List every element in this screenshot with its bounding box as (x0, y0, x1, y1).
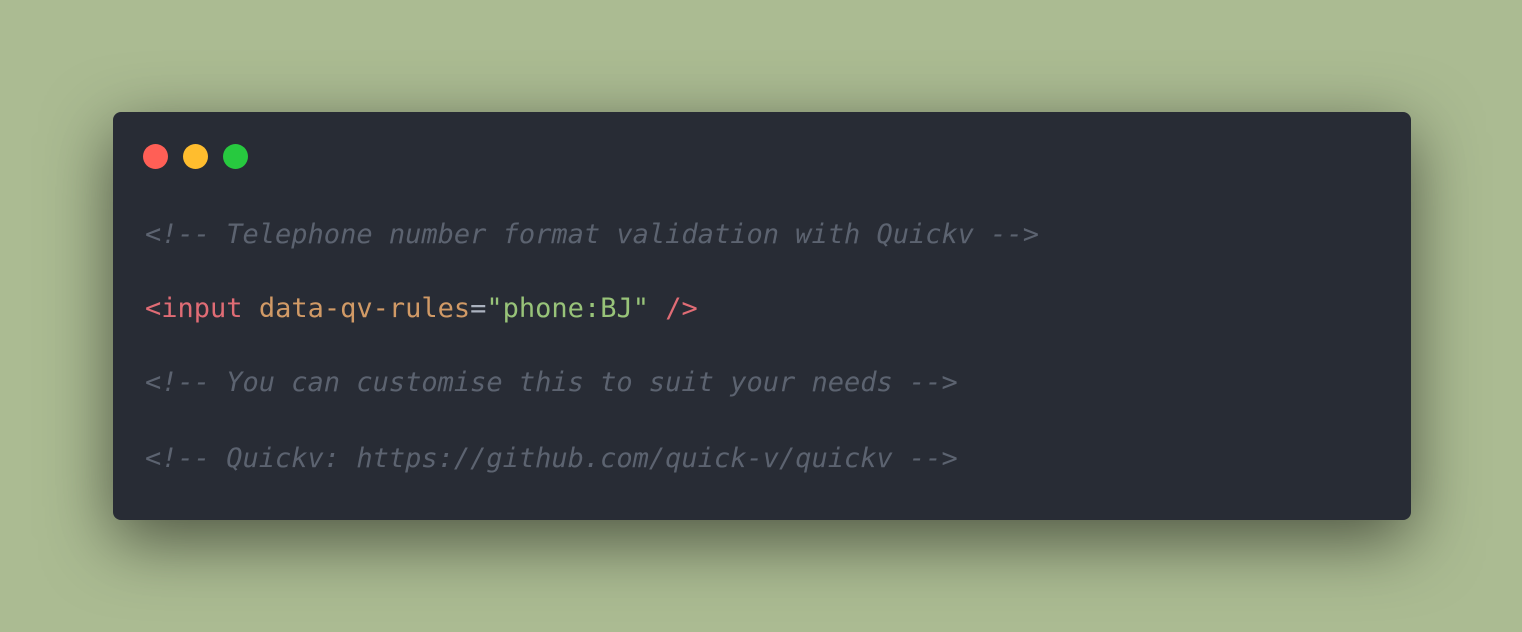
code-tag-open: <input (145, 293, 243, 324)
code-spacer (145, 401, 1039, 440)
code-tag-close: /> (665, 293, 698, 324)
code-window: <!-- Telephone number format validation … (113, 112, 1411, 520)
code-spacer (145, 253, 1039, 290)
code-attr-value: "phone:BJ" (486, 293, 649, 324)
code-comment-link: <!-- Quickv: https://github.com/quick-v/… (145, 443, 958, 474)
code-comment-title: <!-- Telephone number format validation … (145, 219, 1040, 250)
code-comment-customise: <!-- You can customise this to suit your… (145, 367, 958, 398)
window-controls (143, 144, 248, 169)
close-dot-icon (143, 144, 168, 169)
code-equals: = (470, 293, 487, 324)
minimize-dot-icon (183, 144, 208, 169)
code-spacer (145, 327, 1039, 364)
code-input-line: <input data-qv-rules="phone:BJ" /> (145, 290, 1039, 327)
zoom-dot-icon (223, 144, 248, 169)
code-attr-name: data-qv-rules (258, 293, 471, 324)
code-block: <!-- Telephone number format validation … (145, 216, 1039, 477)
